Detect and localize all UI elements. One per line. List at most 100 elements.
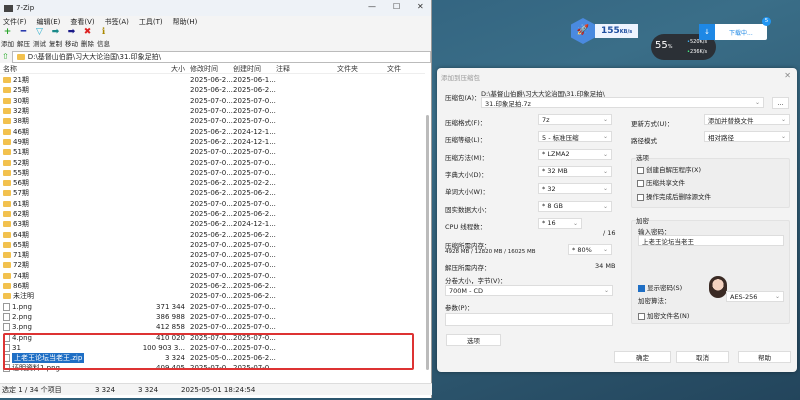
file-row[interactable]: 30期 2025-07-0... 2025-07-0... [0, 96, 425, 106]
speed-widget[interactable]: 🚀 155KB/s [571, 18, 639, 44]
menu-item[interactable]: 查看(V) [70, 17, 94, 27]
file-row[interactable]: 38期 2025-07-0... 2025-07-0... [0, 116, 425, 126]
file-row[interactable]: 46期 2025-06-2... 2024-12-1... [0, 126, 425, 136]
enc-method-select[interactable]: AES-256 ⌄ [726, 291, 784, 302]
file-row[interactable]: 51期 2025-07-0... 2025-07-0... [0, 147, 425, 157]
download-widget[interactable]: ↓ 下载中... 5 [699, 17, 771, 40]
method-select[interactable]: * LZMA2 ⌄ [538, 148, 612, 160]
options-group-title: 选项 [636, 154, 649, 162]
col-comment[interactable]: 注释 [276, 64, 290, 74]
app-icon [4, 4, 13, 12]
file-row[interactable]: 56期 2025-06-2... 2025-02-2... [0, 178, 425, 188]
file-created: 2025-06-2... [233, 282, 276, 291]
file-row[interactable]: 61期 2025-07-0... 2025-07-0... [0, 199, 425, 209]
file-created: 2025-06-2... [233, 230, 276, 239]
toolbar-button[interactable]: ℹ 信息 [97, 27, 110, 50]
dialog-title: 添加到压缩包 [441, 74, 480, 82]
file-row[interactable]: 65期 2025-07-0... 2025-07-0... [0, 240, 425, 250]
options-button[interactable]: 选项 [446, 334, 501, 346]
file-row[interactable]: 57期 2025-06-2... 2025-06-2... [0, 188, 425, 198]
file-modified: 2025-07-0... [190, 199, 233, 208]
pathmode-select[interactable]: 相对路径 ⌄ [704, 131, 790, 142]
help-button[interactable]: 帮助 [738, 351, 791, 363]
file-size: 371 344 [156, 302, 185, 311]
archive-name-value: 31.印象足拍.7z [485, 99, 531, 108]
file-name: 56期 [13, 179, 29, 188]
level-select[interactable]: 5 - 标准压缩 ⌄ [538, 131, 612, 143]
dict-select[interactable]: * 32 MB ⌄ [538, 165, 612, 177]
file-created: 2024-12-1... [233, 127, 276, 136]
file-row[interactable]: 63期 2025-06-2... 2024-12-1... [0, 219, 425, 229]
toolbar-button[interactable]: ➡ 移动 [65, 27, 78, 50]
download-badge: 5 [762, 17, 771, 26]
toolbar-button[interactable]: ➡ 复制 [49, 27, 62, 50]
delete-label: 操作完成后删除源文件 [646, 193, 711, 201]
shared-checkbox[interactable]: 压缩共享文件 [637, 177, 685, 187]
file-row[interactable]: 62期 2025-06-2... 2025-06-2... [0, 209, 425, 219]
up-folder-icon[interactable]: ⇧ [2, 52, 9, 61]
file-row[interactable]: 71期 2025-07-0... 2025-07-0... [0, 250, 425, 260]
mem-pct-select[interactable]: * 80% ⌄ [568, 244, 612, 255]
checkbox-checked-icon [638, 284, 645, 292]
file-row[interactable]: 55期 2025-07-0... 2025-07-0... [0, 168, 425, 178]
col-created[interactable]: 创建时间 [233, 64, 261, 74]
add-to-archive-dialog: 添加到压缩包 ✕ 压缩包(A)： D:\基督山伯爵\习大大论治国\31.印象足拍… [437, 68, 797, 372]
toolbar-button[interactable]: ✖ 删除 [81, 27, 94, 50]
update-select[interactable]: 添加并替换文件 ⌄ [704, 114, 790, 125]
menu-item[interactable]: 编辑(E) [37, 17, 61, 27]
menu-item[interactable]: 工具(T) [139, 17, 163, 27]
scroll-thumb[interactable] [426, 115, 429, 370]
file-row[interactable]: 86期 2025-06-2... 2025-06-2... [0, 281, 425, 291]
col-files[interactable]: 文件 [387, 64, 401, 74]
maximize-button[interactable]: ☐ [393, 2, 400, 11]
col-modified[interactable]: 修改时间 [190, 64, 218, 74]
file-row[interactable]: 1.png 371 344 2025-07-0... 2025-07-0... [0, 302, 425, 312]
encrypt-names-checkbox[interactable]: 加密文件名(N) [638, 310, 689, 320]
file-row[interactable]: 2.png 386 988 2025-07-0... 2025-07-0... [0, 312, 425, 322]
file-row[interactable]: 未注明 2025-07-0... 2025-06-2... [0, 291, 425, 301]
toolbar-button[interactable]: ▽ 测试 [33, 27, 46, 50]
file-row[interactable]: 64期 2025-06-2... 2025-06-2... [0, 229, 425, 239]
threads-select[interactable]: * 16 ⌄ [538, 217, 582, 229]
file-created: 2025-07-0... [233, 302, 276, 311]
toolbar-label: 移动 [65, 40, 78, 48]
status-size: 3 324 [95, 385, 116, 394]
folder-icon [3, 149, 11, 156]
file-row[interactable]: 74期 2025-07-0... 2025-07-0... [0, 271, 425, 281]
toolbar-button[interactable]: ━ 解压 [17, 27, 30, 50]
ok-button[interactable]: 确定 [614, 351, 671, 363]
minimize-button[interactable]: — [368, 2, 376, 11]
params-input[interactable] [445, 313, 613, 326]
browse-button[interactable]: ... [772, 97, 789, 109]
file-row[interactable]: 3.png 412 858 2025-07-0... 2025-07-0... [0, 322, 425, 332]
scrollbar[interactable] [426, 75, 430, 375]
col-name[interactable]: 名称 [3, 64, 17, 74]
col-folders[interactable]: 文件夹 [337, 64, 358, 74]
show-password-checkbox[interactable]: 显示密码(S) [638, 282, 682, 292]
file-name: 1.png [12, 302, 33, 311]
file-row[interactable]: 21期 2025-06-2... 2025-06-1... [0, 75, 425, 85]
word-select[interactable]: * 32 ⌄ [538, 183, 612, 195]
col-size[interactable]: 大小 [171, 64, 185, 74]
format-select[interactable]: 7z ⌄ [538, 114, 612, 125]
close-button[interactable]: ✕ [417, 2, 424, 11]
split-combo[interactable]: 700M - CD ⌄ [445, 285, 613, 296]
file-row[interactable]: 32期 2025-07-0... 2025-07-0... [0, 106, 425, 116]
solid-select[interactable]: * 8 GB ⌄ [538, 200, 612, 212]
menu-item[interactable]: 书签(A) [105, 17, 129, 27]
file-row[interactable]: 25期 2025-06-2... 2025-06-2... [0, 85, 425, 95]
menu-item[interactable]: 帮助(H) [173, 17, 198, 27]
dialog-close-button[interactable]: ✕ [784, 71, 791, 80]
file-row[interactable]: 72期 2025-07-0... 2025-07-0... [0, 260, 425, 270]
path-input[interactable]: D:\基督山伯爵\习大大论治国\31.印象足拍\ [11, 50, 431, 63]
toolbar-button[interactable]: + 添加 [1, 27, 14, 50]
sfx-checkbox[interactable]: 创建自解压程序(X) [637, 164, 701, 174]
file-row[interactable]: 49期 2025-06-2... 2024-12-1... [0, 137, 425, 147]
file-modified: 2025-07-0... [190, 271, 233, 280]
delete-checkbox[interactable]: 操作完成后删除源文件 [637, 191, 711, 201]
archive-name-combo[interactable]: 31.印象足拍.7z ⌄ [481, 97, 764, 108]
cancel-button[interactable]: 取消 [676, 351, 729, 363]
menu-item[interactable]: 文件(F) [3, 17, 27, 27]
file-row[interactable]: 52期 2025-07-0... 2025-07-0... [0, 157, 425, 167]
password-input[interactable]: 上老王论坛当老王 [638, 235, 784, 246]
